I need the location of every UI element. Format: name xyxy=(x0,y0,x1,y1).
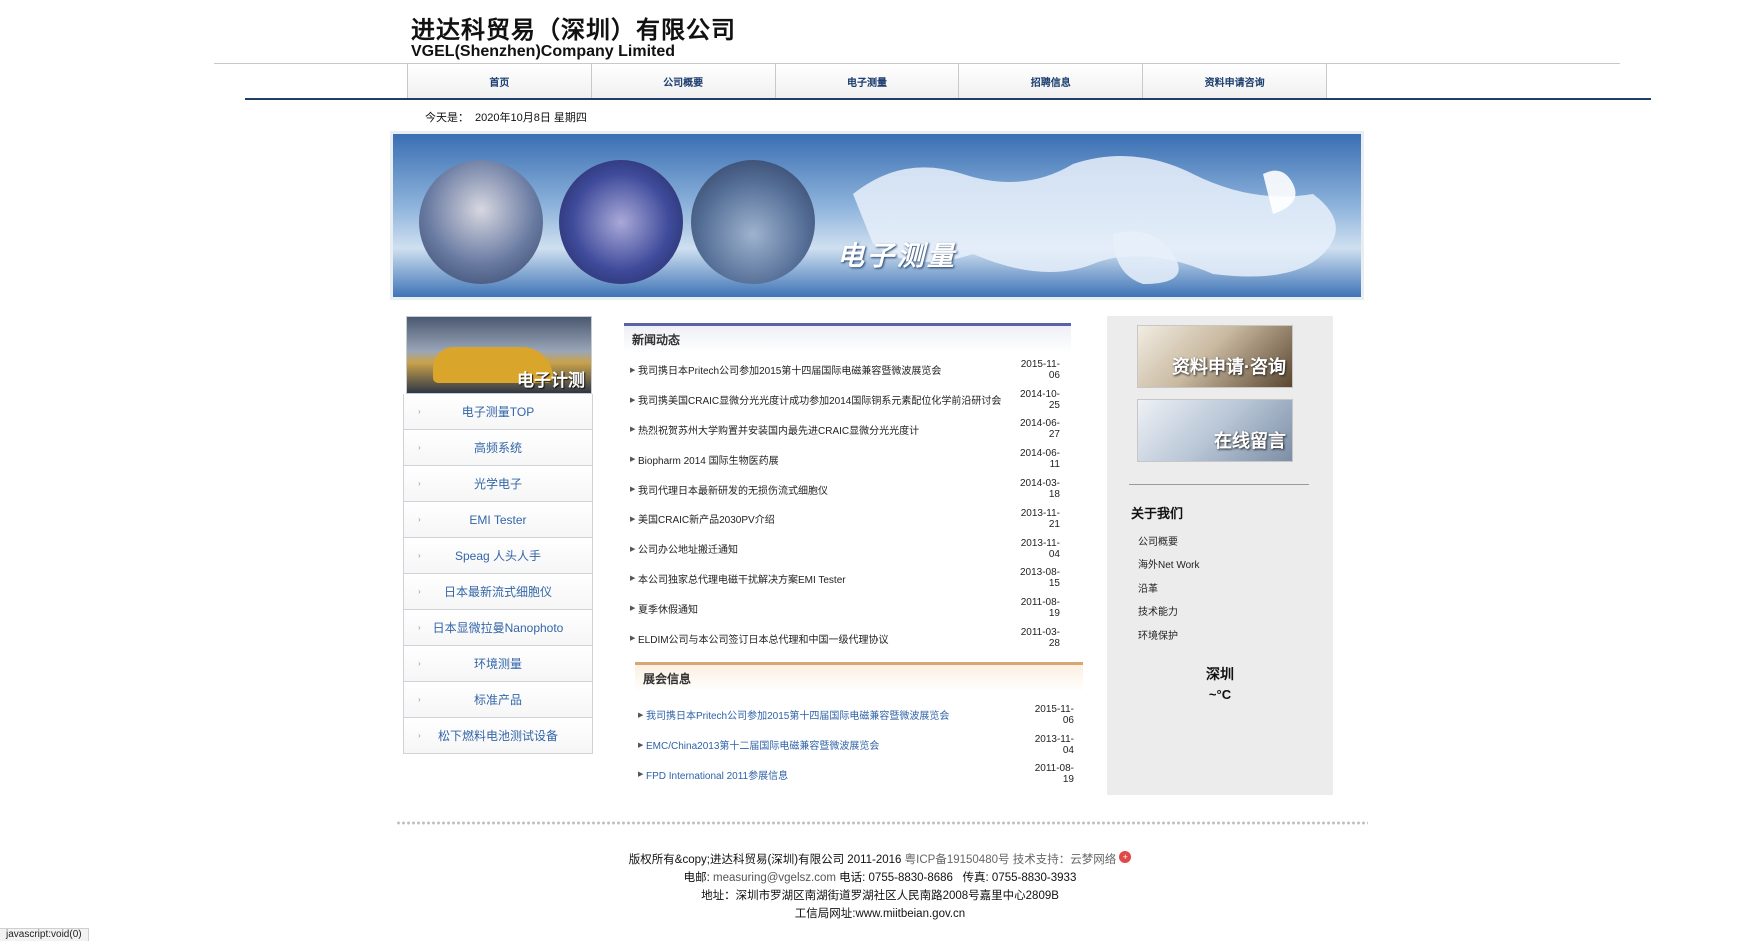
bullet-icon: ▶ xyxy=(630,426,636,434)
phone-text: 电话: 0755-8830-8686 xyxy=(839,872,953,884)
arrow-icon: › xyxy=(418,587,421,596)
sidebar-item[interactable]: › 日本最新流式细胞仪 xyxy=(403,574,593,610)
nav-info-request[interactable]: 资料申请咨询 xyxy=(1142,64,1327,98)
footer-gov-link[interactable]: 工信局网址:www.miitbeian.gov.cn xyxy=(0,905,1760,921)
arrow-icon: › xyxy=(418,479,421,488)
bullet-icon: ▶ xyxy=(630,366,636,374)
weather-city: 深圳 xyxy=(1206,666,1234,682)
nav-home[interactable]: 首页 xyxy=(407,64,591,98)
anechoic-chamber-image xyxy=(691,160,815,284)
sidebar-item[interactable]: › 松下燃料电池测试设备 xyxy=(403,718,593,754)
online-message-button[interactable]: 在线留言 xyxy=(1137,399,1293,462)
bullet-icon: ▶ xyxy=(630,545,636,553)
news-row[interactable]: ▶ 热烈祝贺苏州大学购置并安装国内最先进CRAIC显微分光光度计 2014-06-2… xyxy=(630,415,1060,445)
about-link[interactable]: 公司概要 xyxy=(1138,533,1200,556)
email-link[interactable]: measuring@vgelsz.com xyxy=(713,872,836,884)
main-nav: 首页 公司概要 电子测量 招聘信息 资料申请咨询 xyxy=(407,64,1327,98)
about-us-list: 公司概要 海外Net Work 沿革 技术能力 环境保护 xyxy=(1138,533,1200,650)
fax-text: 传真: 0755-8830-3933 xyxy=(962,872,1077,884)
nav-underline xyxy=(245,98,1651,100)
news-header: 新闻动态 xyxy=(624,323,1071,353)
about-link[interactable]: 环境保护 xyxy=(1138,627,1200,650)
arrow-icon: › xyxy=(418,407,421,416)
sidebar-item[interactable]: › 标准产品 xyxy=(403,682,593,718)
expo-row[interactable]: ▶ EMC/China2013第十二届国际电磁兼容暨微波展览会 2013-11-04 xyxy=(638,730,1074,760)
left-sidebar: 电子计测 › 电子测量TOP › 高频系统 › 光学电子 › EMI Tester › S… xyxy=(403,316,593,754)
bullet-icon: ▶ xyxy=(630,456,636,464)
news-row[interactable]: ▶ 夏季休假通知 2011-08-19 xyxy=(630,593,1060,623)
online-message-label: 在线留言 xyxy=(1214,431,1286,451)
about-link[interactable]: 沿革 xyxy=(1138,580,1200,603)
about-us-heading: 关于我们 xyxy=(1131,506,1184,521)
hero-banner: 电子测量 xyxy=(390,131,1364,300)
news-row[interactable]: ▶ ELDIM公司与本公司签订日本总代理和中国一级代理协议 2011-03-28 xyxy=(630,623,1060,653)
sidebar-photo: 电子计测 xyxy=(406,316,592,394)
news-row[interactable]: ▶ 我司携美国CRAIC显微分光光度计成功参加2014国际铜系元素配位化学前沿研讨… xyxy=(630,385,1060,415)
about-link[interactable]: 技术能力 xyxy=(1138,603,1200,626)
robot-arm-image xyxy=(419,160,543,284)
nav-recruitment[interactable]: 招聘信息 xyxy=(958,64,1143,98)
arrow-icon: › xyxy=(418,731,421,740)
tech-support-text: 技术支持：云梦网络 xyxy=(1012,854,1117,866)
weather-temp: ~°C xyxy=(1208,687,1232,702)
arrow-icon: › xyxy=(418,515,421,524)
company-name-cn: 进达科贸易（深圳）有限公司 xyxy=(411,17,736,44)
sidebar-item[interactable]: › EMI Tester xyxy=(403,502,593,538)
banner-title: 电子测量 xyxy=(837,241,957,271)
bullet-icon: ▶ xyxy=(630,575,636,583)
sidebar-item[interactable]: › 高频系统 xyxy=(403,430,593,466)
about-link[interactable]: 海外Net Work xyxy=(1138,556,1200,579)
arrow-icon: › xyxy=(418,551,421,560)
footer-address: 地址：深圳市罗湖区南湖街道罗湖社区人民南路2008号嘉里中心2809B xyxy=(701,890,1059,902)
arrow-icon: › xyxy=(418,623,421,632)
bullet-icon: ▶ xyxy=(630,605,636,613)
nav-company-overview[interactable]: 公司概要 xyxy=(590,64,775,98)
expo-row[interactable]: ▶ FPD International 2011参展信息 2011-08-19 xyxy=(638,760,1074,790)
news-row[interactable]: ▶ 美国CRAIC新产品2030PV介绍 2013-11-21 xyxy=(630,504,1060,534)
expo-row[interactable]: ▶ 我司携日本Pritech公司参加2015第十四届国际电磁兼容暨微波展览会 201… xyxy=(638,700,1074,730)
sidebar-item[interactable]: › 环境测量 xyxy=(403,646,593,682)
arrow-icon: › xyxy=(418,443,421,452)
expo-header: 展会信息 xyxy=(635,662,1083,692)
news-list: ▶ 我司携日本Pritech公司参加2015第十四届国际电磁兼容暨微波展览会 201… xyxy=(630,355,1060,653)
sidebar-item[interactable]: › 电子测量TOP xyxy=(403,394,593,430)
arrow-icon: › xyxy=(418,695,421,704)
sidebar-item[interactable]: › 日本显微拉曼Nanophoto xyxy=(403,610,593,646)
sidebar-item[interactable]: › 光学电子 xyxy=(403,466,593,502)
news-row[interactable]: ▶ 公司办公地址搬迁通知 2013-11-04 xyxy=(630,534,1060,564)
info-request-label: 资料申请·咨询 xyxy=(1172,357,1286,377)
bullet-icon: ▶ xyxy=(630,515,636,523)
info-request-button[interactable]: 资料申请·咨询 xyxy=(1137,325,1293,388)
expo-list: ▶ 我司携日本Pritech公司参加2015第十四届国际电磁兼容暨微波展览会 201… xyxy=(638,700,1074,789)
date-label: 今天是： xyxy=(425,112,469,124)
right-sidebar: 资料申请·咨询 在线留言 关于我们 公司概要 海外Net Work 沿革 技术能… xyxy=(1107,316,1333,795)
date-value: 2020年10月8日 星期四 xyxy=(475,112,587,124)
plus-badge-icon[interactable]: + xyxy=(1119,851,1132,863)
email-label: 电邮: xyxy=(683,872,710,884)
bullet-icon: ▶ xyxy=(630,486,636,494)
instrument-image xyxy=(559,160,683,284)
bullet-icon: ▶ xyxy=(638,771,644,779)
nav-electronic-measurement[interactable]: 电子测量 xyxy=(774,64,959,98)
sidebar-photo-caption: 电子计测 xyxy=(517,371,585,390)
arrow-icon: › xyxy=(418,659,421,668)
bullet-icon: ▶ xyxy=(630,635,636,643)
copyright-text: 版权所有&copy;进达科贸易(深圳)有限公司 2011-2016 xyxy=(628,854,902,866)
news-row[interactable]: ▶ 我司携日本Pritech公司参加2015第十四届国际电磁兼容暨微波展览会 201… xyxy=(630,355,1060,385)
news-row[interactable]: ▶ 我司代理日本最新研发的无损伤流式细胞仪 2014-03-18 xyxy=(630,474,1060,504)
bullet-icon: ▶ xyxy=(638,741,644,749)
sidebar-item[interactable]: › Speag 人头人手 xyxy=(403,538,593,574)
company-name-en: VGEL(Shenzhen)Company Limited xyxy=(411,43,676,60)
news-row[interactable]: ▶ 本公司独家总代理电磁干扰解决方案EMI Tester 2013-08-15 xyxy=(630,564,1060,594)
today-date: 今天是： 2020年10月8日 星期四 xyxy=(425,109,587,125)
bullet-icon: ▶ xyxy=(638,711,644,719)
footer-copyright-line: 版权所有&copy;进达科贸易(深圳)有限公司 2011-2016 粤ICP备1… xyxy=(0,851,1760,867)
news-row[interactable]: ▶ Biopharm 2014 国际生物医药展 2014-06-11 xyxy=(630,444,1060,474)
bullet-icon: ▶ xyxy=(630,396,636,404)
footer-dotted-divider xyxy=(396,820,1368,826)
right-divider xyxy=(1129,484,1309,485)
footer-contact-line: 电邮: measuring@vgelsz.com 电话: 0755-8830-8… xyxy=(0,869,1760,885)
browser-status-bar: javascript:void(0) xyxy=(0,928,89,941)
icp-link[interactable]: 粤ICP备19150480号 xyxy=(905,854,1010,866)
